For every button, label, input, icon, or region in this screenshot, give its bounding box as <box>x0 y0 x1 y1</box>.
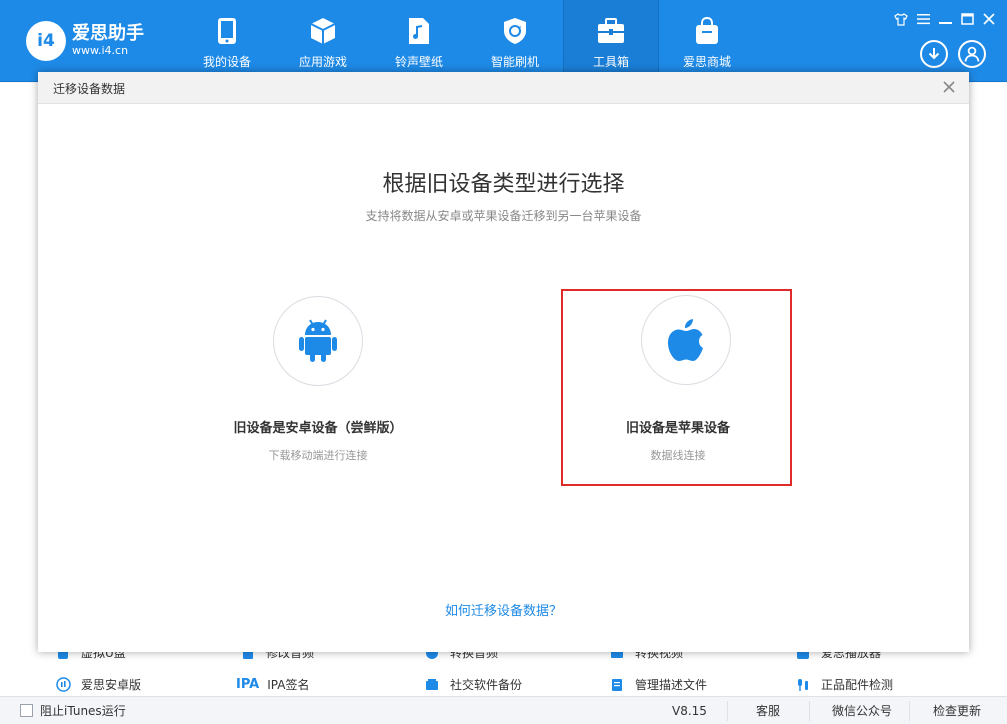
app-logo: i4 爱思助手 www.i4.cn <box>26 21 144 61</box>
toolbox-icon <box>597 17 625 45</box>
close-icon[interactable] <box>981 11 997 27</box>
tool-i4-android[interactable]: 爱思安卓版 <box>55 676 141 693</box>
nav-i4-store[interactable]: 爱思商城 <box>659 0 755 82</box>
shopping-bag-icon <box>693 17 721 45</box>
android-icon <box>299 319 337 362</box>
nav-label: 智能刷机 <box>490 55 539 69</box>
refresh-shield-icon <box>501 17 529 45</box>
option-apple-subtitle: 数据线连接 <box>650 449 706 462</box>
option-apple-title: 旧设备是苹果设备 <box>625 421 730 436</box>
version-label: V8.15 <box>672 704 707 718</box>
download-icon <box>928 48 940 60</box>
tool-accessory-check[interactable]: 正品配件检测 <box>795 676 893 693</box>
menu-icon[interactable] <box>915 11 931 27</box>
nav-toolbox[interactable]: 工具箱 <box>563 0 659 82</box>
user-icon <box>964 46 980 62</box>
close-icon <box>943 81 955 93</box>
nav-apps-games[interactable]: 应用游戏 <box>275 0 371 82</box>
nav-label: 爱思商城 <box>682 55 731 69</box>
block-itunes-label: 阻止iTunes运行 <box>40 704 126 718</box>
check-update-link[interactable]: 检查更新 <box>933 703 981 719</box>
music-file-icon <box>405 17 433 45</box>
tool-ipa-sign[interactable]: IPA IPA签名 <box>236 676 309 693</box>
option-android-subtitle: 下载移动端进行连接 <box>268 449 368 462</box>
tool-profile-manager[interactable]: 管理描述文件 <box>609 676 707 693</box>
nav-label: 铃声壁纸 <box>394 55 443 69</box>
earphone-icon <box>795 677 811 693</box>
download-button[interactable] <box>920 40 948 68</box>
nav-smart-flash[interactable]: 智能刷机 <box>467 0 563 82</box>
help-link-how-to-migrate[interactable]: 如何迁移设备数据？ <box>38 600 969 619</box>
option-android[interactable]: 旧设备是安卓设备（尝鲜版） 下载移动端进行连接 <box>203 290 433 486</box>
cube-icon <box>309 17 337 45</box>
tool-row-2: 爱思安卓版 IPA IPA签名 社交软件备份 管理描述文件 正品配件检测 <box>0 676 1007 698</box>
maximize-icon[interactable] <box>959 11 975 27</box>
nav-ringtones-wallpapers[interactable]: 铃声壁纸 <box>371 0 467 82</box>
backup-icon <box>424 677 440 693</box>
window-controls <box>893 11 997 27</box>
dialog-header: 迁移设备数据 <box>38 72 969 104</box>
top-bar: i4 爱思助手 www.i4.cn 我的设备 应用游戏 铃声壁纸 智能刷机 工具… <box>0 0 1007 82</box>
status-bar: 阻止iTunes运行 V8.15 客服 微信公众号 检查更新 <box>0 696 1007 724</box>
apple-icon-circle <box>641 295 731 385</box>
i4-logo-icon <box>55 677 71 693</box>
dialog-heading: 根据旧设备类型进行选择 <box>382 172 625 197</box>
nav-label: 应用游戏 <box>298 55 347 69</box>
dialog-title: 迁移设备数据 <box>53 82 126 96</box>
profile-file-icon <box>609 677 625 693</box>
app-url: www.i4.cn <box>72 44 129 57</box>
dialog-close-button[interactable] <box>941 79 957 95</box>
option-apple[interactable]: 旧设备是苹果设备 数据线连接 <box>561 289 792 486</box>
minimize-icon[interactable] <box>937 11 953 27</box>
app-name: 爱思助手 <box>72 23 144 44</box>
block-itunes-checkbox[interactable] <box>20 704 33 717</box>
migrate-data-dialog: 迁移设备数据 根据旧设备类型进行选择 支持将数据从安卓或苹果设备迁移到另一台苹果… <box>38 72 969 652</box>
option-android-title: 旧设备是安卓设备（尝鲜版） <box>233 421 403 436</box>
ipa-icon: IPA <box>236 677 260 692</box>
wechat-link[interactable]: 微信公众号 <box>832 703 892 719</box>
user-button[interactable] <box>958 40 986 68</box>
shirt-icon[interactable] <box>893 11 909 27</box>
nav-label: 我的设备 <box>202 55 251 69</box>
nav-label: 工具箱 <box>592 55 629 69</box>
android-icon-circle <box>273 296 363 386</box>
logo-mark: i4 <box>26 21 66 61</box>
tool-social-backup[interactable]: 社交软件备份 <box>424 676 522 693</box>
customer-service-link[interactable]: 客服 <box>756 703 780 719</box>
apple-icon <box>668 319 703 361</box>
phone-icon <box>213 17 241 45</box>
dialog-subheading: 支持将数据从安卓或苹果设备迁移到另一台苹果设备 <box>365 209 642 223</box>
nav-my-device[interactable]: 我的设备 <box>179 0 275 82</box>
